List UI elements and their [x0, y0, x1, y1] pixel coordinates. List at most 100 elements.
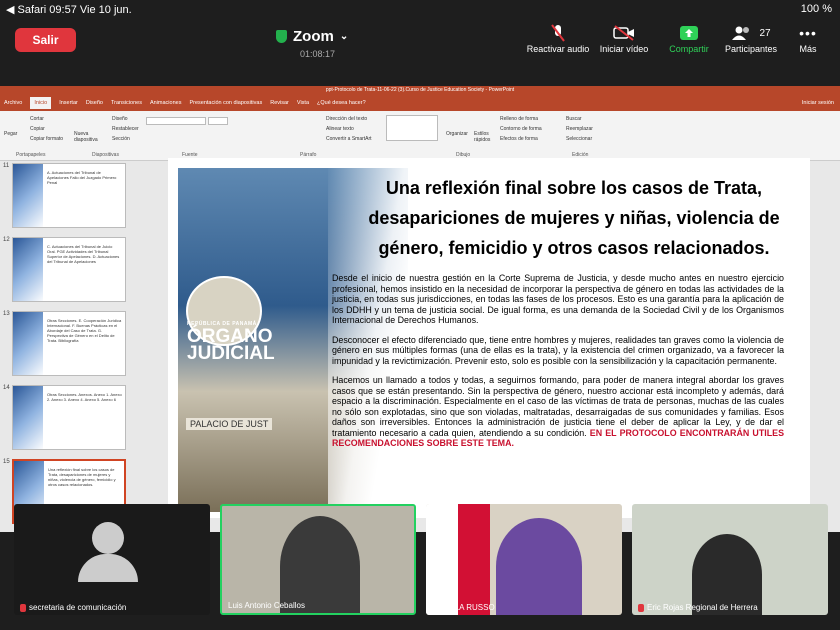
ribbon-text-direction[interactable]: Dirección del texto: [326, 116, 367, 122]
ribbon-section[interactable]: Sección: [112, 136, 130, 142]
mic-muted-icon: [524, 22, 592, 44]
video-off-icon: [596, 22, 652, 44]
ribbon-reset[interactable]: Restablecer: [112, 126, 139, 132]
status-left: ◀ Safari 09:57 Vie 10 jun.: [6, 4, 132, 16]
ribbon-cut[interactable]: Cortar: [30, 116, 44, 122]
share-screen-icon: [664, 22, 714, 44]
more-icon: •••: [799, 25, 817, 41]
thumb-number: 13: [3, 311, 10, 317]
meeting-title[interactable]: Zoom ⌄: [276, 28, 348, 45]
ribbon-align-text[interactable]: Alinear texto: [326, 126, 354, 132]
chevron-down-icon: ⌄: [339, 31, 349, 42]
thumb-number: 14: [3, 385, 10, 391]
ribbon-paste[interactable]: Pegar: [4, 131, 17, 137]
ribbon-layout[interactable]: Diseño: [112, 116, 128, 122]
participants-button[interactable]: 27 Participantes: [720, 22, 782, 54]
participants-label: Participantes: [724, 44, 778, 54]
avatar-body: [78, 554, 138, 582]
mic-muted-icon: [638, 603, 644, 612]
shapes-gallery[interactable]: [386, 115, 438, 141]
zoom-toolbar: Salir Zoom ⌄ 01:08:17 Reactivar audio In…: [0, 18, 840, 82]
ribbon-arrange[interactable]: Organizar: [446, 131, 468, 137]
start-video-button[interactable]: Iniciar vídeo: [596, 22, 652, 54]
participant-video: [496, 518, 582, 615]
participant-name: ANGELA RUSSO: [432, 603, 495, 612]
slide-thumbnail[interactable]: Otras Secciones. Anexos. Anexo 1. Anexo …: [12, 385, 126, 450]
ribbon-format-painter[interactable]: Copiar formato: [30, 136, 63, 142]
group-clipboard: Portapapeles: [16, 152, 46, 158]
participant-name-tag: secretaria de comunicación: [20, 603, 126, 612]
participant-name: Luis Antonio Ceballos: [228, 601, 305, 610]
font-name-box[interactable]: [146, 117, 206, 125]
avatar-placeholder-icon: [92, 522, 124, 554]
menu-inicio[interactable]: Inicio: [30, 96, 52, 109]
ribbon-replace[interactable]: Reemplazar: [566, 126, 593, 132]
thumb-text: A. Actuaciones del Tribunal de Apelacion…: [47, 170, 117, 185]
slide-title: Una reflexión final sobre los casos de T…: [368, 178, 780, 258]
participants-icon: 27: [720, 22, 782, 44]
leave-button[interactable]: Salir: [15, 28, 76, 52]
thumb-text: Otras Secciones. E. Cooperación Jurídica…: [47, 318, 122, 343]
slide-thumbnail[interactable]: A. Actuaciones del Tribunal de Apelacion…: [12, 163, 126, 228]
menu-archivo[interactable]: Archivo: [4, 100, 22, 106]
slide-paragraph-1: Desde el inicio de nuestra gestión en la…: [332, 273, 784, 325]
participant-name-tag: Eric Rojas Regional de Herrera: [638, 603, 758, 612]
thumb-text: C. Actuaciones del Tribunal de Juicio Or…: [47, 244, 120, 264]
slide-paragraph-3: Hacemos un llamado a todos y todas, a se…: [332, 375, 784, 449]
sign-in-link[interactable]: Iniciar sesión: [802, 100, 834, 106]
current-slide: REPÚBLICA DE PANAMÁ ÓRGANO JUDICIAL PALA…: [168, 158, 810, 518]
more-label: Más: [799, 44, 817, 54]
group-slides: Diapositivas: [92, 152, 119, 158]
meeting-name: Zoom: [293, 28, 334, 45]
participant-gallery: secretaria de comunicación Luis Antonio …: [0, 500, 840, 630]
participant-tile-active-speaker[interactable]: Luis Antonio Ceballos: [220, 504, 416, 615]
status-bar: ◀ Safari 09:57 Vie 10 jun. 100 %: [0, 0, 840, 18]
menu-presentacion[interactable]: Presentación con diapositivas: [189, 100, 262, 106]
ribbon-shape-effects[interactable]: Efectos de forma: [500, 136, 538, 142]
menu-tell-me[interactable]: ¿Qué desea hacer?: [317, 100, 366, 106]
participant-count: 27: [759, 27, 771, 39]
menu-vista[interactable]: Vista: [297, 100, 309, 106]
ppt-menu-bar: Archivo Inicio Insertar Diseño Transicio…: [0, 94, 840, 111]
ppt-window-title: ppt-Protocolo de Trata-11-06-22 (3).Curs…: [0, 86, 840, 94]
more-button[interactable]: ••• Más: [790, 22, 826, 54]
ribbon-copy[interactable]: Copiar: [30, 126, 45, 132]
ribbon-shape-fill[interactable]: Relleno de forma: [500, 116, 538, 122]
thumb-text: Otras Secciones. Anexos. Anexo 1. Anexo …: [47, 392, 122, 402]
slide-thumbnails: 11 A. Actuaciones del Tribunal de Apelac…: [0, 161, 138, 532]
menu-transiciones[interactable]: Transiciones: [111, 100, 142, 106]
meeting-timer: 01:08:17: [300, 49, 336, 59]
menu-revisar[interactable]: Revisar: [270, 100, 289, 106]
ribbon-new-slide[interactable]: Nueva diapositiva: [74, 131, 100, 143]
ribbon-select[interactable]: Seleccionar: [566, 136, 592, 142]
thumb-number: 15: [3, 459, 10, 465]
slide-thumbnail[interactable]: C. Actuaciones del Tribunal de Juicio Or…: [12, 237, 126, 302]
battery-level: 100 %: [800, 3, 832, 15]
share-button[interactable]: Compartir: [664, 22, 714, 54]
share-label: Compartir: [669, 44, 709, 54]
menu-insertar[interactable]: Insertar: [59, 100, 78, 106]
ppt-ribbon: Cortar Copiar Copiar formato Pegar Nueva…: [0, 111, 840, 161]
unmute-button[interactable]: Reactivar audio: [524, 22, 592, 54]
participant-tile[interactable]: Eric Rojas Regional de Herrera: [632, 504, 828, 615]
menu-animaciones[interactable]: Animaciones: [150, 100, 182, 106]
ribbon-smartart[interactable]: Convertir a SmartArt: [326, 136, 372, 142]
font-size-box[interactable]: [208, 117, 228, 125]
slide-thumbnail[interactable]: Otras Secciones. E. Cooperación Jurídica…: [12, 311, 126, 376]
menu-diseno[interactable]: Diseño: [86, 100, 103, 106]
thumb-number: 12: [3, 237, 10, 243]
ribbon-find[interactable]: Buscar: [566, 116, 582, 122]
panama-flag: [426, 504, 490, 615]
participant-tile[interactable]: secretaria de comunicación: [14, 504, 210, 615]
participant-name-tag: Luis Antonio Ceballos: [228, 601, 305, 610]
participant-name: secretaria de comunicación: [29, 603, 127, 612]
ribbon-quick-styles[interactable]: Estilos rápidos: [474, 131, 492, 143]
thumb-number: 11: [3, 163, 10, 169]
unmute-label: Reactivar audio: [526, 44, 590, 54]
participant-tile[interactable]: ANGELA RUSSO: [426, 504, 622, 615]
participant-name-tag: ANGELA RUSSO: [432, 603, 495, 612]
ribbon-shape-outline[interactable]: Contorno de forma: [500, 126, 542, 132]
participant-name: Eric Rojas Regional de Herrera: [647, 603, 758, 612]
slide-paragraph-2: Desconocer el efecto diferenciado que, t…: [332, 334, 784, 366]
shield-icon: [276, 30, 287, 43]
